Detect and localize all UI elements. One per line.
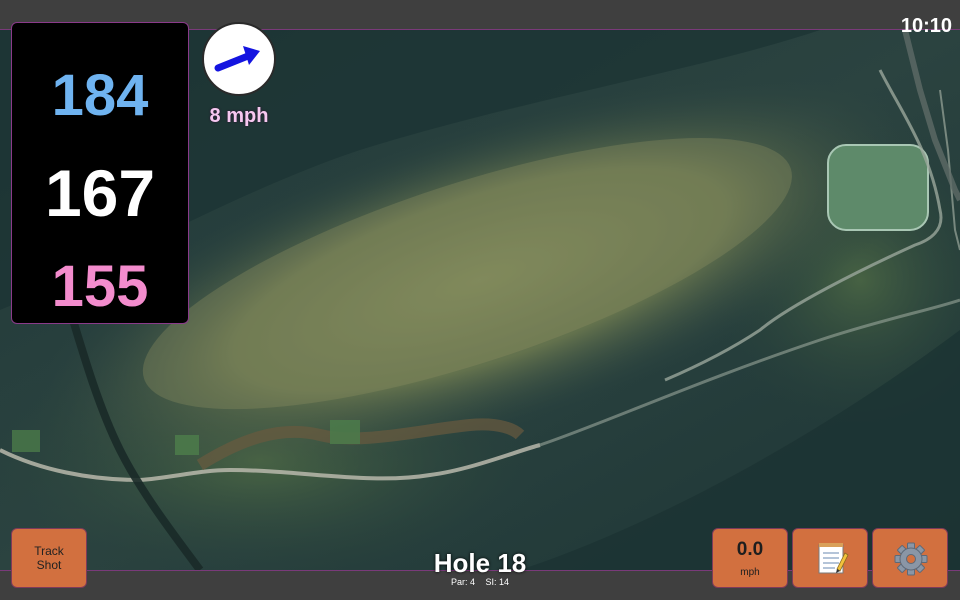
hole-info: Par: 4 SI: 14: [380, 577, 580, 588]
wind-direction-dial: [202, 22, 276, 96]
notepad-icon: [818, 543, 849, 574]
golf-gps-screen: 10:10 184 167 155 8 mph Track Shot Hole …: [0, 0, 960, 600]
front-of-green-distance: 155: [51, 254, 149, 319]
wind-speed: 8 mph: [209, 105, 269, 127]
speed-value: 0.0: [736, 539, 764, 560]
hole-title: Hole 18: [433, 548, 527, 578]
speed-unit: mph: [740, 567, 760, 578]
track-shot-button[interactable]: Track Shot: [11, 528, 87, 588]
arrow-icon: [214, 46, 260, 72]
back-of-green-distance: 184: [51, 63, 149, 128]
notes-button[interactable]: [792, 528, 868, 588]
track-shot-label: Track Shot: [34, 544, 64, 572]
distance-panel: 184 167 155: [11, 22, 189, 324]
track-shot-label-line1: Track: [34, 544, 64, 558]
gear-icon: [894, 542, 928, 576]
hole-stroke-index: SI: 14: [485, 577, 510, 587]
middle-of-green-distance: 167: [44, 156, 156, 230]
hole-par: Par: 4: [450, 577, 475, 587]
track-shot-label-line2: Shot: [36, 558, 62, 572]
speed-button[interactable]: 0.0 mph: [712, 528, 788, 588]
settings-button[interactable]: [872, 528, 948, 588]
clock: 10:10: [900, 15, 952, 37]
